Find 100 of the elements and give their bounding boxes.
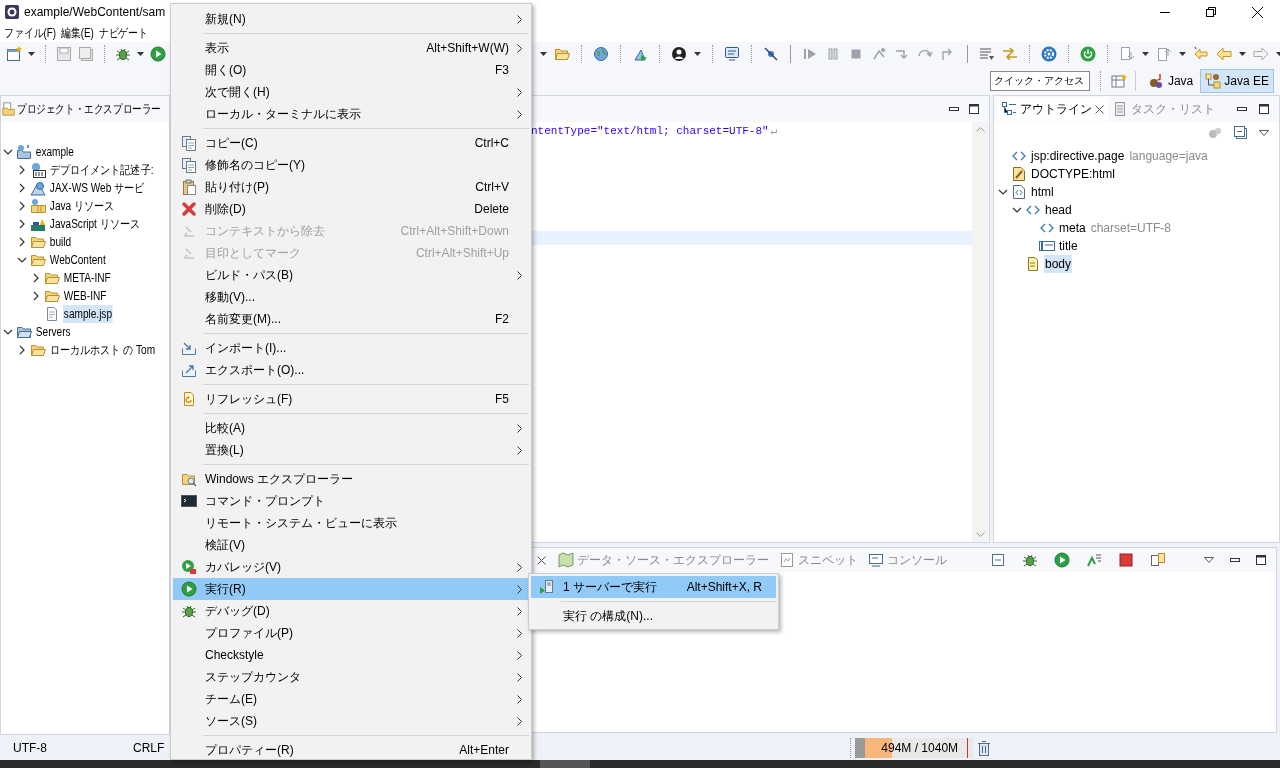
tree-item[interactable]: デプロイメント記述子: [49, 161, 155, 179]
close-icon[interactable] [1095, 104, 1104, 114]
menu-item[interactable]: ビルド・パス(B) [173, 264, 529, 286]
gear-icon[interactable] [1041, 46, 1057, 62]
next-annotation-icon[interactable] [1119, 46, 1135, 62]
menu-item[interactable]: 表示 Alt+Shift+W(W) [173, 37, 529, 59]
tree-item[interactable]: Java リソース [49, 197, 116, 215]
maximize-icon[interactable] [1259, 104, 1269, 114]
vertical-scrollbar[interactable] [972, 122, 989, 542]
tree-item[interactable]: head [1044, 201, 1073, 219]
globe-icon[interactable] [593, 46, 609, 62]
menu-item[interactable]: リフレッシュ(F) F5 [173, 388, 529, 410]
trash-icon[interactable] [977, 739, 992, 756]
menu-bar-item[interactable]: ナビゲート [96, 24, 151, 42]
tree-item[interactable]: sample.jsp [63, 305, 113, 323]
collapse-all-icon[interactable] [1233, 125, 1249, 141]
tree-item[interactable]: example [35, 143, 75, 161]
menu-item[interactable]: インポート(I)... [173, 337, 529, 359]
tree-item[interactable]: JAX-WS Web サービ [49, 179, 146, 197]
menu-item[interactable]: プロファイル(P) [173, 622, 529, 644]
minimize-icon[interactable] [949, 107, 959, 111]
menu-item[interactable]: 次で開く(H) [173, 81, 529, 103]
tree-item[interactable]: DOCTYPE:html [1030, 165, 1116, 183]
panel-tab[interactable]: アウトライン [997, 97, 1108, 121]
pin-slash-icon[interactable] [763, 46, 779, 62]
view-menu-icon[interactable] [1259, 130, 1269, 136]
menu-item[interactable]: ステップカウンタ [173, 666, 529, 688]
scroll-up-icon[interactable] [976, 126, 985, 132]
heap-meter[interactable]: 494M / 1040M [855, 737, 974, 758]
menu-item[interactable]: 開く(O) F3 [173, 59, 529, 81]
menu-item[interactable]: 名前変更(M)... F2 [173, 308, 529, 330]
open-perspective-icon[interactable] [1110, 72, 1127, 89]
menu-item[interactable]: 移動(V)... [173, 286, 529, 308]
menu-item[interactable]: 新規(N) [173, 8, 529, 30]
close-icon[interactable] [537, 555, 546, 565]
menu-item[interactable]: チーム(E) [173, 688, 529, 710]
dropdown-caret-icon[interactable] [540, 52, 547, 56]
tree-item-detail: charset=UTF-8 [1090, 220, 1172, 237]
menu-item[interactable]: デバッグ(D) [173, 600, 529, 622]
menu-item[interactable]: 貼り付け(P) Ctrl+V [173, 176, 529, 198]
maximize-icon[interactable] [1256, 555, 1266, 565]
title-tag-icon [1039, 238, 1055, 254]
tree-item[interactable]: body [1044, 255, 1073, 273]
menu-item[interactable]: エクスポート(O)... [173, 359, 529, 381]
dropdown-caret-icon[interactable] [137, 52, 144, 56]
servers-folder-icon [16, 324, 32, 340]
menu-item[interactable]: 実行(R) [173, 578, 529, 600]
tree-item[interactable]: html [1030, 183, 1055, 201]
dropdown-caret-icon[interactable] [1179, 52, 1186, 56]
menu-item[interactable]: 削除(D) Delete [173, 198, 529, 220]
stop-server-icon[interactable] [1118, 552, 1134, 568]
tree-item[interactable]: WEB-INF [63, 287, 108, 305]
perspective-button[interactable]: Java EE [1200, 68, 1274, 93]
monitor-icon[interactable] [724, 46, 740, 62]
power-icon[interactable] [1080, 46, 1096, 62]
menu-item[interactable]: Windows エクスプローラー [173, 468, 529, 490]
perspective-button[interactable]: Java [1143, 68, 1199, 93]
menu-bar-item[interactable]: ファイル(F) [1, 24, 59, 42]
menu-item[interactable]: コピー(C) Ctrl+C [173, 132, 529, 154]
menu-item[interactable]: ソース(S) [173, 710, 529, 732]
tree-item[interactable]: Servers [35, 323, 72, 341]
dropdown-caret-icon[interactable] [694, 52, 701, 56]
menu-item[interactable]: 実行 の構成(N)... [531, 605, 776, 627]
quick-access-field[interactable]: クイック・アクセス [989, 70, 1090, 91]
collapse-icon[interactable] [990, 552, 1006, 568]
minimize-icon[interactable] [1237, 107, 1247, 111]
tree-item[interactable]: WebContent [49, 251, 107, 269]
menu-item[interactable]: リモート・システム・ビューに表示 [173, 512, 529, 534]
tree-item[interactable]: ローカルホスト の Tom [49, 341, 156, 359]
menu-item[interactable]: 1 サーバーで実行 Alt+Shift+X, R [531, 576, 776, 598]
refresh-icon [181, 391, 197, 407]
tree-item[interactable]: meta [1058, 219, 1087, 237]
menu-item[interactable]: ローカル・ターミナルに表示 [173, 103, 529, 125]
menu-item[interactable]: プロパティー(R) Alt+Enter [173, 739, 529, 761]
profile-server-icon[interactable] [1086, 552, 1102, 568]
tree-item[interactable]: jsp:directive.page [1030, 147, 1126, 165]
menu-bar-item[interactable]: 編集(E) [58, 24, 97, 42]
tree-item[interactable]: build [49, 233, 72, 251]
dropdown-caret-icon[interactable] [28, 52, 35, 56]
previous-annotation-icon[interactable] [1156, 46, 1172, 62]
tree-item[interactable]: JavaScript リソース [49, 215, 141, 233]
scroll-down-icon[interactable] [976, 532, 985, 538]
menu-item[interactable]: 比較(A) [173, 417, 529, 439]
dropdown-caret-icon[interactable] [1239, 52, 1246, 56]
publish-icon[interactable] [1150, 552, 1166, 568]
filter-lines-icon[interactable] [979, 46, 995, 62]
new-icon[interactable] [6, 46, 22, 62]
tree-item[interactable]: title [1058, 237, 1079, 255]
tree-item[interactable]: META-INF [63, 269, 112, 287]
dropdown-caret-icon[interactable] [1142, 52, 1149, 56]
menu-item[interactable]: カバレッジ(V) [173, 556, 529, 578]
menu-item[interactable]: 置換(L) [173, 439, 529, 461]
person-icon[interactable] [671, 46, 687, 62]
maximize-icon[interactable] [969, 104, 979, 114]
menu-item[interactable]: 検証(V) [173, 534, 529, 556]
menu-item[interactable]: 修飾名のコピー(Y) [173, 154, 529, 176]
minimize-icon[interactable] [1230, 558, 1240, 562]
menu-item[interactable]: Checkstyle [173, 644, 529, 666]
view-menu-icon[interactable] [1204, 557, 1214, 563]
menu-item[interactable]: コマンド・プロンプト [173, 490, 529, 512]
